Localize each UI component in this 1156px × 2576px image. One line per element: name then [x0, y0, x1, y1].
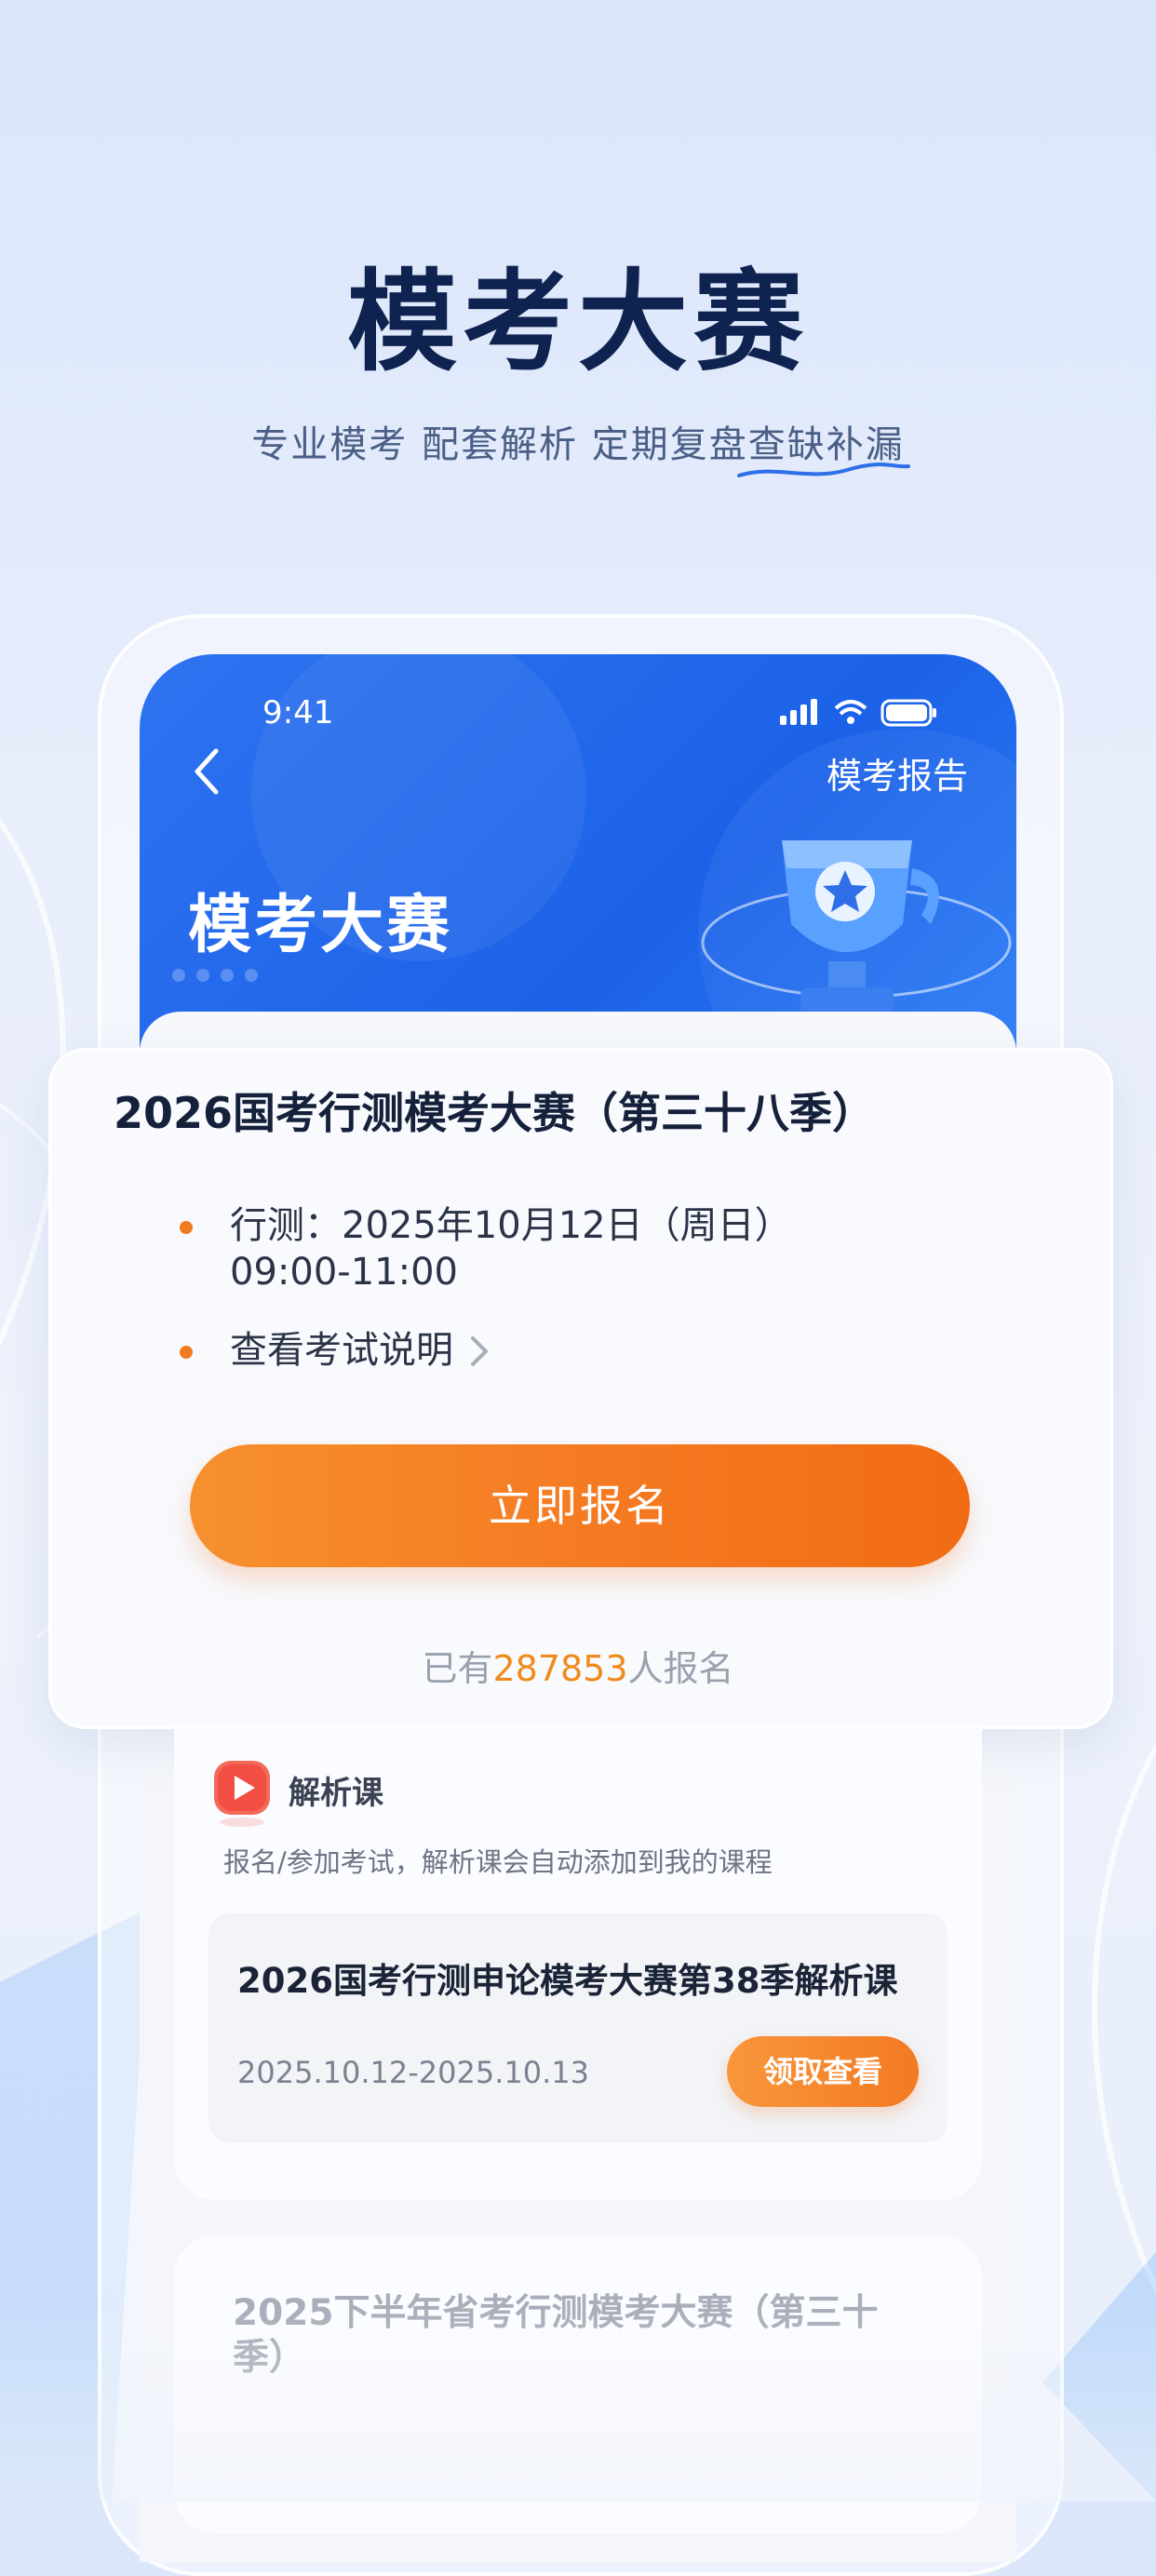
status-icons: [780, 699, 936, 727]
exam-schedule-line1: 行测：2025年10月12日（周日）: [230, 1204, 792, 1247]
hero-subtitle: 专业模考 配套解析 定期复盘查缺补漏: [251, 423, 905, 466]
status-time: 9:41: [262, 694, 334, 731]
hero-title: 模考大赛: [346, 258, 809, 386]
exam-instructions-link[interactable]: 查看考试说明: [230, 1327, 453, 1374]
trophy-icon: [701, 840, 1012, 1015]
exam-title: 2026国考行测模考大赛（第三十八季）: [114, 1088, 876, 1138]
video-play-icon: [214, 1761, 270, 1827]
exam-card: [48, 1048, 1113, 1729]
course-item: [208, 1913, 948, 2142]
header-dots-decoration: [172, 969, 258, 982]
bullet-dot: [180, 1221, 193, 1234]
back-icon[interactable]: [184, 744, 231, 799]
registration-prefix: 已有: [422, 1648, 493, 1689]
app-title: 模考大赛: [188, 889, 453, 962]
course-date-range: 2025.10.12-2025.10.13: [237, 2055, 589, 2090]
subtitle-underline-decoration: [737, 463, 910, 477]
analysis-course-description: 报名/参加考试，解析课会自动添加到我的课程: [223, 1846, 773, 1878]
course-name: 2026国考行测申论模考大赛第38季解析课: [237, 1961, 898, 2001]
registration-number: 287853: [492, 1648, 628, 1689]
bullet-dot: [180, 1346, 193, 1359]
report-link[interactable]: 模考报告: [827, 747, 968, 798]
bottom-fade: [0, 2308, 1156, 2502]
registration-count: 已有287853人报名: [0, 1640, 1156, 1691]
analysis-course-label: 解析课: [289, 1775, 383, 1812]
claim-view-button[interactable]: 领取查看: [727, 2036, 919, 2107]
chevron-right-icon[interactable]: [465, 1333, 493, 1370]
exam-schedule-line2: 09:00-11:00: [230, 1251, 458, 1294]
register-now-button[interactable]: 立即报名: [190, 1444, 970, 1567]
registration-suffix: 人报名: [627, 1648, 734, 1689]
